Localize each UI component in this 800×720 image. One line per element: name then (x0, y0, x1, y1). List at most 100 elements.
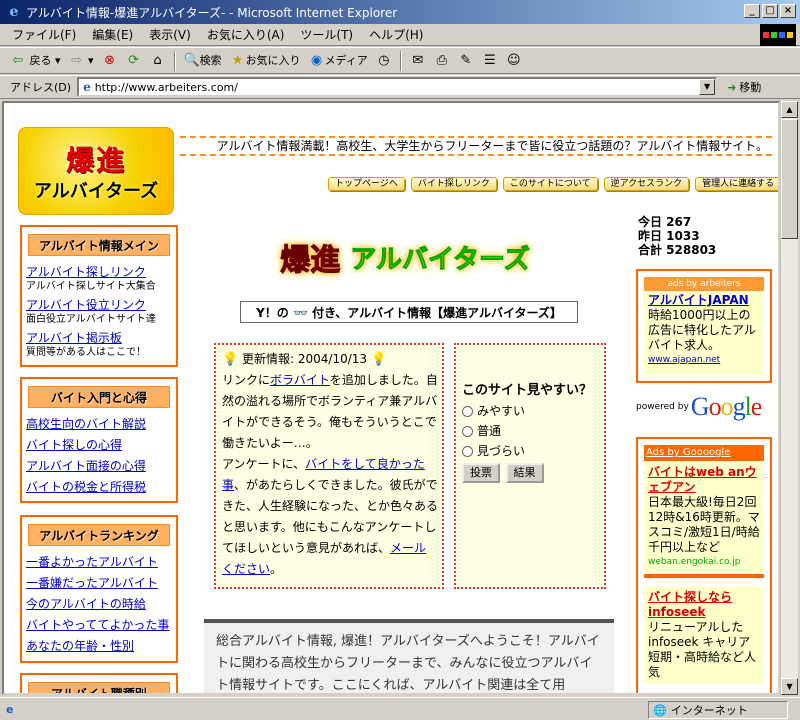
news-item: アンケートに、バイトをして良かった事、があたらしくできました。彼氏ができた、人生… (222, 454, 438, 580)
radio-button[interactable] (462, 445, 473, 457)
ad-title-link[interactable]: バイト探しなら infoseek (648, 590, 760, 620)
search-button[interactable]: 🔍検索 (184, 52, 222, 69)
status-bar: e 🌐 インターネット (0, 697, 800, 720)
go-button[interactable]: ➜ 移動 (727, 79, 761, 95)
maximize-button[interactable]: □ (762, 4, 778, 18)
results-button[interactable]: 結果 (505, 463, 544, 483)
window-title: アルバイト情報-爆進アルバイターズ- - Microsoft Internet … (26, 5, 398, 20)
toolbar-separator (399, 50, 402, 71)
menu-view[interactable]: 表示(V) (149, 26, 191, 43)
stop-icon[interactable]: ⊗ (102, 53, 118, 69)
ad-item: バイトはweb anウェブアン 日本最大級!毎日2回12時&16時更新。マスコミ… (644, 461, 764, 578)
ad-url[interactable]: www.ajapan.net (648, 353, 760, 368)
ad-header[interactable]: Ads by Goooogle (644, 445, 764, 461)
site-logo[interactable]: 爆進 アルバイターズ (18, 127, 174, 215)
poll-option-label: みやすい (477, 404, 526, 418)
print-icon[interactable]: ⎙ (434, 53, 450, 69)
menu-edit[interactable]: 編集(E) (92, 26, 133, 43)
discuss-icon[interactable]: ☰ (482, 53, 498, 69)
go-arrow-icon: ➜ (727, 80, 737, 94)
news-text: 。 (270, 562, 283, 576)
forward-arrow-icon: ⇨ (71, 52, 82, 68)
refresh-icon[interactable]: ⟳ (126, 53, 142, 69)
favorites-label: お気に入り (245, 54, 301, 67)
google-brand: Google (690, 392, 763, 421)
search-label: 検索 (199, 54, 222, 67)
back-button[interactable]: ⇦ 戻る ▾ (10, 52, 61, 69)
address-input[interactable]: e http://www.arbeiters.com/ ▼ (77, 77, 718, 97)
poll-option[interactable]: 見づらい (462, 441, 598, 461)
menu-help[interactable]: ヘルプ(H) (369, 26, 423, 43)
address-bar: アドレス(D) e http://www.arbeiters.com/ ▼ ➜ 移… (0, 75, 800, 99)
browser-window: e アルバイト情報-爆進アルバイターズ- - Microsoft Interne… (0, 0, 800, 720)
poll-option[interactable]: みやすい (462, 401, 598, 421)
main-title-a: 爆進 (280, 243, 341, 279)
nav-access-rank[interactable]: 逆アクセスランク (603, 177, 690, 191)
nav-job-links[interactable]: バイト探しリンク (410, 177, 497, 191)
minimize-button[interactable]: _ (744, 4, 760, 18)
sidebar-link[interactable]: バイト探しの心得 (26, 438, 122, 452)
sidebar-link-useful[interactable]: アルバイト役立リンク (26, 298, 146, 312)
menu-favorites[interactable]: お気に入り(A) (207, 26, 285, 43)
vote-button[interactable]: 投票 (462, 463, 500, 483)
sidebar-link[interactable]: バイトやっててよかった事 (26, 618, 169, 632)
history-icon[interactable]: ◷ (376, 53, 392, 69)
menu-file[interactable]: ファイル(F) (12, 26, 76, 43)
tagline: Y！の 👓 付き、アルバイト情報【爆進アルバイターズ】 (240, 301, 578, 323)
google-logo[interactable]: powered by Google (636, 389, 776, 425)
ad-description: 時給1000円以上の広告に特化したアルバイト求人。 (648, 308, 756, 352)
favorites-icon: ★ (231, 53, 244, 68)
news-item: リンクにボラバイトを追加しました。自然の溢れる場所でボランティア兼アルバイトがで… (222, 370, 438, 454)
nav-contact[interactable]: 管理人に連絡する (695, 177, 778, 191)
sidebar-link[interactable]: 今のアルバイトの時給 (26, 597, 146, 611)
sidebar-link-job-search[interactable]: アルバイト探しリンク (26, 265, 146, 279)
page-viewport: 爆進 アルバイターズ アルバイト情報満載！高校生、大学生からフリーターまで皆に役… (2, 101, 780, 695)
media-label: メディア (324, 54, 368, 67)
security-zone: 🌐 インターネット (648, 701, 788, 719)
poll-option[interactable]: 普通 (462, 421, 598, 441)
back-label: 戻る (29, 54, 52, 67)
toolbar: ⇦ 戻る ▾ ⇨ ▾ ⊗ ⟳ ⌂ 🔍検索 ★ お気に入り ◉ メディア ◷ ✉ ⎙ … (0, 47, 800, 74)
vertical-scrollbar[interactable]: ▲ ▼ (780, 101, 798, 695)
media-icon: ◉ (310, 53, 323, 68)
address-dropdown-icon[interactable]: ▼ (699, 79, 716, 95)
scroll-up-icon[interactable]: ▲ (781, 101, 798, 118)
sidebar-link[interactable]: 高校生向のバイト解説 (26, 417, 146, 431)
ad-url[interactable]: weban.engokai.co.jp (648, 555, 760, 570)
menu-bar: ファイル(F) 編集(E) 表示(V) お気に入り(A) ツール(T) ヘルプ(… (0, 24, 800, 46)
messenger-icon[interactable]: ☺ (506, 53, 522, 69)
news-text: アンケートに、 (222, 457, 306, 471)
counter-total: 合計 528803 (638, 243, 717, 257)
mail-icon[interactable]: ✉ (410, 53, 426, 69)
menu-tools[interactable]: ツール(T) (300, 26, 353, 43)
logo-sub-text: アルバイターズ (33, 181, 159, 202)
sidebar-box-main: アルバイト情報メイン アルバイト探しリンク アルバイト探しサイト大集合 アルバイ… (20, 225, 178, 367)
media-button[interactable]: ◉ メディア (309, 52, 368, 69)
edit-icon[interactable]: ✎ (458, 53, 474, 69)
scroll-thumb[interactable] (781, 119, 798, 239)
nav-about[interactable]: このサイトについて (502, 177, 598, 191)
sidebar-link[interactable]: バイトの税金と所得税 (26, 480, 146, 494)
close-button[interactable]: × (780, 4, 796, 18)
nav-top-page[interactable]: トップページへ (328, 177, 405, 191)
sidebar-link[interactable]: 一番よかったアルバイト (26, 555, 158, 569)
sidebar-link[interactable]: アルバイト面接の心得 (26, 459, 146, 473)
favorites-button[interactable]: ★ お気に入り (230, 52, 301, 69)
sidebar-link-bbs[interactable]: アルバイト掲示板 (26, 331, 122, 345)
radio-button[interactable] (462, 405, 473, 417)
ad-header: ads by arbeiters (644, 277, 764, 291)
sidebar-box-ranking: アルバイトランキング 一番よかったアルバイト 一番嫌だったアルバイト 今のアルバ… (20, 515, 178, 663)
ad-box-google: Ads by Goooogle バイトはweb anウェブアン 日本最大級!毎日… (636, 437, 772, 693)
forward-button[interactable]: ⇨ ▾ (69, 52, 93, 69)
radio-button[interactable] (462, 425, 473, 437)
news-link-volabaito[interactable]: ボラバイト (270, 373, 330, 387)
back-arrow-icon: ⇦ (12, 53, 24, 68)
sidebar-link[interactable]: あなたの年齢・性別 (26, 639, 134, 653)
home-icon[interactable]: ⌂ (150, 53, 166, 69)
sidebar-link[interactable]: 一番嫌だったアルバイト (26, 576, 158, 590)
news-date: 更新情報: 2004/10/13 (242, 352, 368, 366)
scroll-down-icon[interactable]: ▼ (781, 678, 798, 695)
ad-title-link[interactable]: アルバイトJAPAN (648, 293, 760, 308)
main-title-banner: 爆進 アルバイターズ (240, 231, 570, 283)
ad-title-link[interactable]: バイトはweb anウェブアン (648, 465, 760, 495)
